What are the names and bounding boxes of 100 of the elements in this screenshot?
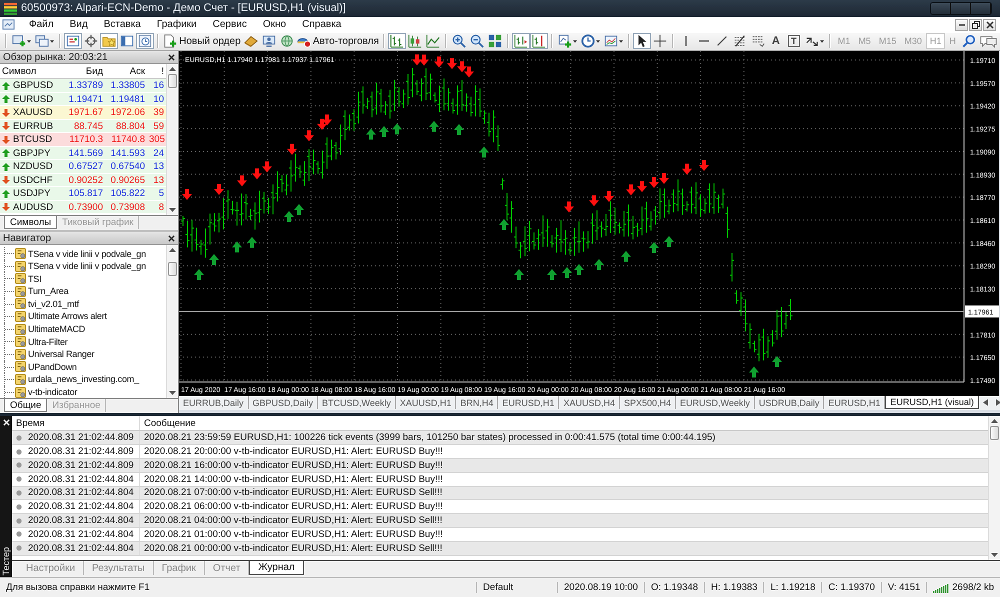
navigator-item[interactable]: tvi_v2.01_mtf [28, 298, 79, 309]
candlestick-icon [408, 34, 422, 48]
scroll-thumb[interactable] [168, 262, 177, 276]
spread-value: 59 [152, 120, 165, 132]
quote-row[interactable]: XAUUSD 1971.67 1972.06 39 [0, 106, 166, 120]
crosshair-icon [652, 34, 667, 48]
quote-row[interactable]: GBPUSD 1.33789 1.33805 16 [0, 79, 166, 93]
panel-tab[interactable]: Символы [4, 216, 58, 230]
scroll-left-icon[interactable] [982, 399, 988, 406]
chart-shift-icon [532, 34, 546, 48]
chart-tab[interactable]: XAUUSD,H1 [396, 396, 456, 410]
navigator-item[interactable]: Ultra-Filter [28, 336, 68, 347]
scroll-up-icon[interactable] [991, 419, 998, 424]
scroll-down-icon[interactable] [991, 553, 998, 558]
log-time: 2020.08.31 21:02:44.804 [28, 542, 134, 554]
chart-tab[interactable]: GBPUSD,Daily [248, 396, 318, 410]
scroll-down-icon[interactable] [169, 208, 176, 212]
channel-icon [750, 34, 765, 48]
quote-row[interactable]: USDCHF 0.90252 0.90265 13 [0, 174, 166, 188]
quotes-window-icon [66, 34, 80, 48]
menu-item[interactable]: Вид [62, 19, 96, 30]
panel-title: Навигатор [3, 232, 52, 244]
scroll-right-icon[interactable] [996, 399, 1000, 406]
column-header[interactable]: Сообщение [140, 418, 988, 429]
scroll-thumb[interactable] [168, 74, 177, 88]
status-text: V: 4151 [880, 582, 926, 594]
navigator-item[interactable]: Ultimate Arrows alert [28, 311, 107, 322]
scroll-down-icon[interactable] [169, 391, 176, 396]
log-time: 2020.08.31 21:02:44.804 [28, 501, 134, 512]
chart-tab[interactable]: EURUSD,H1 [498, 396, 560, 410]
close-icon[interactable] [168, 234, 175, 242]
column-header[interactable]: Аск [105, 66, 147, 77]
minimize-button[interactable] [955, 18, 968, 31]
vertical-line-icon [684, 36, 687, 46]
chart-tab[interactable]: XAUUSD,H4 [559, 396, 620, 410]
ask-price: 11740.8 [110, 134, 146, 146]
close-icon[interactable] [168, 54, 175, 61]
ask-price: 88.804 [114, 120, 146, 132]
quote-row[interactable]: EURUSD 1.19471 1.19481 10 [0, 92, 166, 106]
scroll-up-icon[interactable] [169, 67, 176, 72]
navigator-item[interactable]: v-tb-indicator [28, 387, 78, 398]
bid-price: 11710.3 [68, 134, 104, 146]
column-header[interactable]: Время [12, 416, 140, 430]
navigator-item[interactable]: TSI [28, 274, 42, 284]
menu-item[interactable]: Окно [254, 19, 294, 30]
symbol-name: GBPUSD [13, 80, 54, 92]
indicator-icon [15, 286, 26, 297]
scroll-thumb[interactable] [990, 426, 999, 440]
quote-row[interactable]: NZDUSD 0.67527 0.67540 13 [0, 160, 166, 174]
chart-tab[interactable]: EURRUB,Daily [179, 396, 249, 410]
column-header[interactable]: Символ [0, 66, 62, 77]
symbol-name: NZDUSD [13, 161, 53, 172]
toolbar-button[interactable]: Новый ордер [162, 33, 242, 50]
toolbar-button[interactable]: T [784, 33, 803, 50]
menu-item[interactable]: Вставка [96, 19, 149, 30]
chart-tab[interactable]: BTCUSD,Weekly [318, 396, 396, 410]
scroll-up-icon[interactable] [169, 248, 176, 252]
toolbar-button[interactable] [82, 33, 100, 50]
navigator-item[interactable]: UPandDown [28, 362, 77, 372]
column-header[interactable]: ! [147, 66, 166, 77]
navigator-item[interactable]: urdala_news_investing.com_ [28, 374, 139, 384]
toolbar-button[interactable] [578, 33, 602, 50]
chart-window-icon[interactable] [2, 18, 15, 32]
navigator-item[interactable]: TSena v vide linii v podvale_gn [28, 248, 146, 259]
navigator-item[interactable]: Turn_Area [28, 286, 68, 296]
close-button[interactable] [983, 18, 996, 31]
navigator-item[interactable]: Universal Ranger [28, 349, 94, 360]
toolbar-button[interactable] [632, 33, 651, 50]
quote-row[interactable]: EURRUB 88.745 88.804 59 [0, 120, 166, 134]
menu-item[interactable]: Графики [148, 19, 205, 30]
panel-tab[interactable]: Общие [4, 399, 48, 412]
chart-tab[interactable]: EURUSD,H1 (visual) [885, 396, 979, 410]
menu-item[interactable]: Справка [294, 19, 350, 30]
quote-row[interactable]: GBPJPY 141.569 141.593 24 [0, 146, 166, 160]
scrollbar[interactable] [988, 416, 1000, 560]
chart-tab[interactable]: EURUSD,Weekly [676, 396, 755, 410]
quote-row[interactable]: BTCUSD 11710.3 11740.8 305 [0, 133, 166, 147]
chart-tab[interactable]: USDRUB,Daily [754, 396, 824, 410]
quote-row[interactable]: USDJPY 105.817 105.822 5 [0, 187, 166, 201]
navigator-item[interactable]: UltimateMACD [28, 324, 86, 334]
scrollbar[interactable] [166, 245, 178, 398]
chart-tab[interactable]: BRN,H4 [456, 396, 498, 410]
column-header[interactable]: Бид [62, 66, 105, 77]
window-plus-icon [12, 34, 26, 48]
log-message: 2020.08.21 06:00:00 v-tb-indicator EURUSD,H1: Alert: EURUSD Buy!!! [143, 501, 444, 512]
quote-row[interactable]: AUDUSD 0.73900 0.73908 8 [0, 200, 166, 214]
toolbar-button[interactable]: A [766, 33, 785, 50]
tester-tab[interactable]: Журнал [249, 561, 304, 576]
bid-price: 1.19471 [68, 94, 104, 105]
toolbar-button[interactable]: Авто-торговля [296, 33, 380, 50]
menu-item[interactable]: Файл [21, 19, 62, 30]
minimize-icon [958, 24, 964, 26]
restore-button[interactable] [969, 18, 982, 31]
ask-price: 1.33805 [110, 80, 146, 92]
menu-item[interactable]: Сервис [204, 19, 255, 30]
chart-tab[interactable]: SPX500,H4 [620, 396, 676, 410]
scrollbar[interactable] [166, 64, 178, 216]
status-text: 2020.08.19 10:00 [557, 582, 644, 594]
navigator-item[interactable]: TSena v vide linii v podvale_gn [28, 261, 146, 272]
spread-value: 8 [158, 202, 165, 213]
